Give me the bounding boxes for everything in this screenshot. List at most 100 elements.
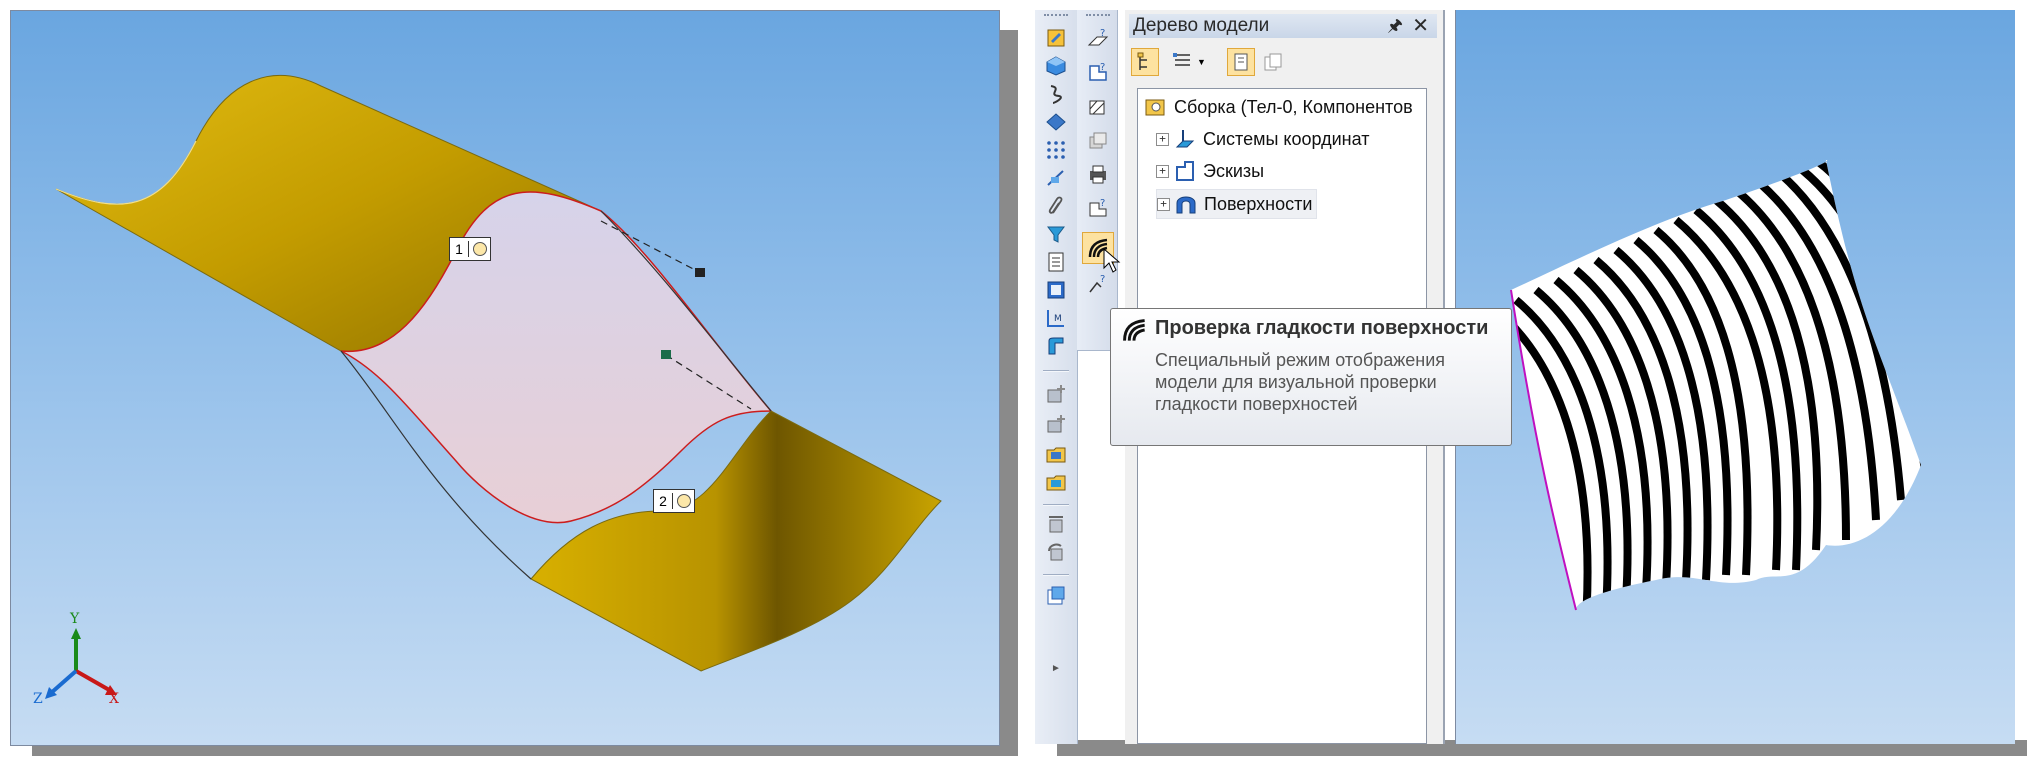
tree-node-label: Системы координат xyxy=(1203,128,1370,149)
box-icon xyxy=(1089,132,1107,149)
collision-check-icon: ? xyxy=(1089,198,1107,217)
tree-structure-button[interactable] xyxy=(1131,48,1159,76)
measure-button[interactable]: M xyxy=(1042,306,1070,330)
check-button-8[interactable]: ? xyxy=(1084,272,1112,296)
filter-icon xyxy=(1047,226,1065,243)
solid-ops-button[interactable] xyxy=(1042,54,1070,78)
axis-y-label: Y xyxy=(70,611,80,627)
chevron-down-icon: ▼ xyxy=(1197,57,1206,67)
tree-node-label: Поверхности xyxy=(1204,193,1313,214)
tree-node-sketches[interactable]: + Эскизы xyxy=(1156,157,1264,185)
check-button-5[interactable] xyxy=(1084,162,1112,186)
chevron-right-icon: ► xyxy=(1051,662,1061,674)
coordinate-systems-icon xyxy=(1175,130,1195,148)
surface-icon xyxy=(1046,113,1066,131)
toolbar-separator xyxy=(1043,504,1069,506)
circle-icon xyxy=(677,494,691,508)
rotate-icon xyxy=(1048,543,1063,561)
sketch-check-icon: ? xyxy=(1089,62,1107,81)
svg-text:?: ? xyxy=(1100,62,1105,73)
model-tree-title: Дерево модели xyxy=(1133,15,1270,36)
tree-node-label: Эскизы xyxy=(1203,160,1265,181)
check-button-4[interactable] xyxy=(1084,128,1112,152)
array-icon xyxy=(1047,141,1065,159)
filter-button[interactable] xyxy=(1042,222,1070,246)
left-3d-viewport[interactable]: 1 2 Y X Z xyxy=(10,10,1000,746)
svg-text:?: ? xyxy=(1100,198,1105,209)
label-2-number: 2 xyxy=(654,493,673,509)
pin-icon[interactable]: 🖈 xyxy=(1387,14,1403,38)
add-component-button[interactable] xyxy=(1042,382,1070,406)
model-tree-header: Дерево модели 🖈 ✕ xyxy=(1129,14,1437,38)
expand-icon[interactable]: + xyxy=(1156,132,1169,146)
tooltip-title: Проверка гладкости поверхности xyxy=(1155,317,1489,339)
svg-text:?: ? xyxy=(1100,274,1105,285)
measure-icon: M xyxy=(1047,310,1064,327)
spatial-curves-button[interactable] xyxy=(1042,82,1070,106)
expand-icon[interactable]: + xyxy=(1156,164,1169,178)
toolbar-separator xyxy=(1043,574,1069,576)
edit-part-button[interactable] xyxy=(1042,26,1070,50)
curvature-check-icon: ? xyxy=(1089,274,1105,293)
tree-structure-icon xyxy=(1137,52,1147,70)
svg-text:?: ? xyxy=(1100,28,1105,39)
sketches-icon xyxy=(1176,161,1194,181)
cube-icon xyxy=(1046,56,1066,76)
specification-button[interactable] xyxy=(1042,250,1070,274)
report-button[interactable] xyxy=(1042,278,1070,302)
folder-icon xyxy=(1046,447,1066,463)
model-tree-toolbar: ▼ xyxy=(1129,44,1437,80)
toolbar-grip[interactable] xyxy=(1044,14,1068,19)
aux-geometry-icon xyxy=(1047,170,1064,186)
label-tag-2[interactable]: 2 xyxy=(653,489,695,513)
tree-node-label: Сборка (Тел-0, Компонентов xyxy=(1174,96,1413,117)
plane-check-icon: ? xyxy=(1087,28,1109,46)
circle-icon xyxy=(473,242,487,256)
toolbar-grip[interactable] xyxy=(1086,14,1110,19)
list-view-icon xyxy=(1173,53,1191,66)
expand-icon[interactable]: + xyxy=(1157,197,1170,211)
tooltip-description: Специальный режим отображения модели для… xyxy=(1155,350,1446,414)
svg-text:M: M xyxy=(1054,314,1062,324)
close-icon[interactable]: ✕ xyxy=(1412,14,1429,38)
arrays-button[interactable] xyxy=(1042,138,1070,162)
move-component-button[interactable] xyxy=(1042,512,1070,536)
right-3d-viewport-zebra[interactable] xyxy=(1455,10,2015,744)
page-icon xyxy=(1234,53,1248,71)
rotate-component-button[interactable] xyxy=(1042,540,1070,564)
tree-node-surfaces[interactable]: + Поверхности xyxy=(1156,189,1318,219)
mates-button[interactable] xyxy=(1042,194,1070,218)
hatch-check-icon xyxy=(1089,100,1105,115)
create-component-button[interactable] xyxy=(1042,412,1070,436)
report-icon xyxy=(1047,281,1065,299)
zebra-surface-render xyxy=(1510,160,1921,611)
check-button-2[interactable]: ? xyxy=(1084,60,1112,84)
label-tag-1[interactable]: 1 xyxy=(449,237,491,261)
axis-x-label: X xyxy=(109,691,119,707)
component-properties-button[interactable] xyxy=(1042,584,1070,608)
paperclip-icon xyxy=(1048,196,1063,214)
check-button-3[interactable] xyxy=(1084,94,1112,118)
zebra-stripes-icon xyxy=(1123,319,1145,341)
toolbar-expand-button[interactable]: ► xyxy=(1042,660,1070,676)
tree-view-mode-dropdown[interactable]: ▼ xyxy=(1167,48,1211,76)
check-button-6[interactable]: ? xyxy=(1084,196,1112,220)
tree-node-coordinate-systems[interactable]: + Системы координат xyxy=(1156,125,1369,153)
show-components-button[interactable] xyxy=(1227,48,1255,76)
axis-z-label: Z xyxy=(33,691,43,707)
aux-geometry-button[interactable] xyxy=(1042,166,1070,190)
surface-model-render xyxy=(45,74,942,699)
mouse-cursor-icon xyxy=(1103,248,1121,273)
assembly-icon xyxy=(1145,99,1165,116)
show-copies-button[interactable] xyxy=(1259,48,1287,76)
toolbar-separator xyxy=(1043,370,1069,372)
insert-from-file-button[interactable] xyxy=(1042,442,1070,466)
check-button-1[interactable]: ? xyxy=(1084,26,1112,50)
insert-local-button[interactable] xyxy=(1042,470,1070,494)
tree-node-assembly[interactable]: Сборка (Тел-0, Компонентов xyxy=(1144,93,1413,121)
printer-icon xyxy=(1090,165,1106,184)
surfaces-button[interactable] xyxy=(1042,110,1070,134)
pages-icon xyxy=(1264,53,1282,71)
diagnostics-toolbar: ? ? ? ? xyxy=(1077,10,1121,351)
sheet-metal-button[interactable] xyxy=(1042,334,1070,358)
